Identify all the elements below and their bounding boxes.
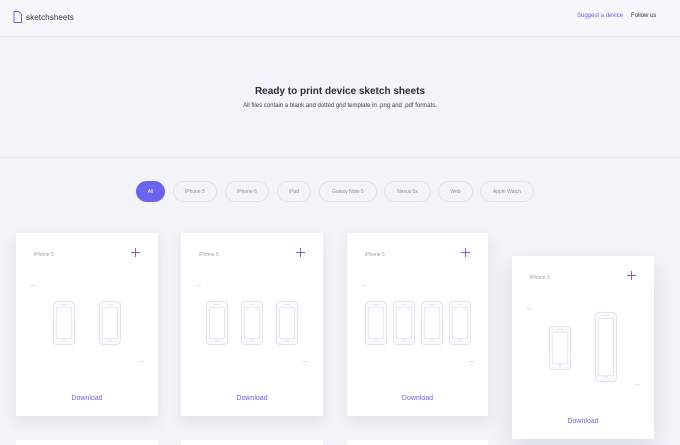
hero-title: Ready to print device sketch sheets [254, 86, 426, 97]
hero-section: Ready to print device sketch sheets All … [0, 38, 680, 158]
phone-sketch [276, 301, 298, 345]
filter-iphone-5[interactable]: iPhone 5 [173, 181, 217, 202]
device-filter-bar: All iPhone 5 iPhone 6 iPad Galaxy Note 5… [0, 181, 680, 202]
card-title: iPhone 5 [365, 252, 385, 258]
corner-mark [634, 384, 640, 385]
device-card-3[interactable]: iPhone 5 Download [347, 233, 488, 416]
filter-ipad[interactable]: iPad [277, 181, 311, 202]
logo-text: sketchsheets [26, 12, 74, 22]
corner-mark [468, 361, 474, 362]
filter-apple-watch[interactable]: Apple Watch [480, 181, 534, 202]
device-card-next-row [181, 440, 323, 445]
hero-subtitle: All files contain a blank and dotted gri… [243, 103, 437, 109]
filter-web[interactable]: Web [438, 181, 473, 202]
logo[interactable]: sketchsheets [13, 11, 74, 23]
phone-sketch [206, 301, 228, 345]
phone-sketch [53, 301, 75, 345]
filter-nexus-5x[interactable]: Nexus 5x [384, 181, 431, 202]
corner-mark [195, 285, 201, 286]
card-title: iPhone 5 [530, 275, 550, 281]
suggest-device-link[interactable]: Suggest a device [577, 13, 623, 19]
download-button[interactable]: Download [512, 418, 654, 425]
download-button[interactable]: Download [16, 395, 158, 402]
phone-sketch [241, 301, 263, 345]
corner-mark [361, 285, 367, 286]
plus-icon[interactable] [627, 271, 636, 280]
device-card-next-row [16, 440, 158, 445]
sheet-logo-icon [13, 11, 22, 23]
phone-sketch [393, 301, 415, 345]
corner-mark [526, 308, 532, 309]
filter-iphone-6[interactable]: iPhone 6 [225, 181, 269, 202]
filter-galaxy-note-5[interactable]: Galaxy Note 5 [319, 181, 377, 202]
top-navigation-bar: sketchsheets Suggest a device Follow us [0, 0, 680, 37]
filter-all[interactable]: All [136, 181, 165, 202]
plus-icon[interactable] [131, 248, 140, 257]
corner-mark [30, 285, 36, 286]
corner-mark [138, 361, 144, 362]
phone-sketch [421, 301, 443, 345]
plus-icon[interactable] [461, 248, 470, 257]
phone-sketch [365, 301, 387, 345]
card-title: iPhone 5 [34, 252, 54, 258]
corner-mark [303, 361, 309, 362]
phone-sketch [449, 301, 471, 345]
download-button[interactable]: Download [347, 395, 488, 402]
device-card-next-row [347, 440, 488, 445]
card-title: iPhone 5 [199, 252, 219, 258]
phone-sketch [99, 301, 121, 345]
device-card-1[interactable]: iPhone 5 Download [16, 233, 158, 416]
device-card-4[interactable]: iPhone 5 Download [512, 256, 654, 439]
plus-icon[interactable] [296, 248, 305, 257]
follow-us-link[interactable]: Follow us [631, 13, 656, 19]
download-button[interactable]: Download [181, 395, 323, 402]
phone-sketch-tall [595, 312, 617, 382]
device-card-2[interactable]: iPhone 5 Download [181, 233, 323, 416]
phone-sketch-portrait [549, 326, 571, 370]
